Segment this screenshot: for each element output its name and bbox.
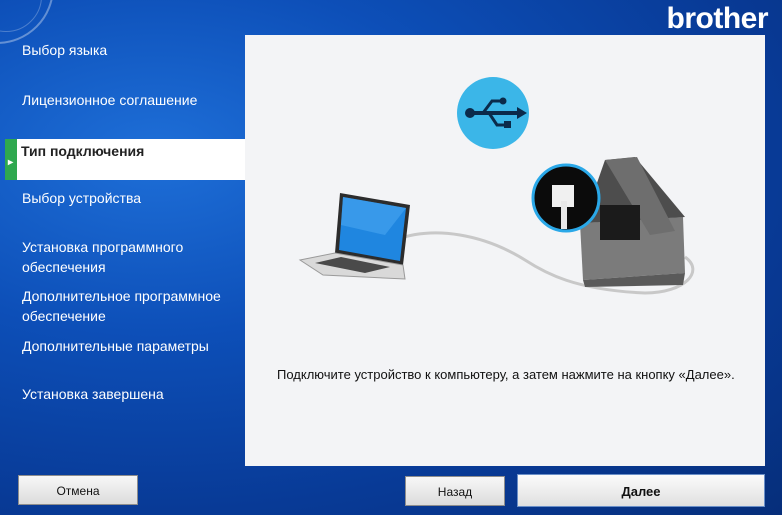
laptop-icon (298, 193, 410, 280)
step-label: Дополнительное программное обеспечение (22, 288, 221, 324)
brother-logo: brother (666, 2, 769, 35)
usb-icon (457, 77, 529, 149)
chevron-right-icon: ▸ (8, 157, 14, 168)
step-label: Выбор устройства (22, 190, 142, 206)
connection-illustration (298, 77, 695, 295)
printer-icon (531, 157, 685, 287)
cancel-button[interactable]: Отмена (18, 475, 138, 505)
step-label: Тип подключения (21, 143, 145, 159)
step-label: Установка программного обеспечения (22, 239, 184, 275)
connection-instruction: Подключите устройство к компьютеру, а за… (277, 367, 735, 382)
step-label: Установка завершена (22, 386, 164, 402)
step-label: Лицензионное соглашение (22, 92, 198, 108)
content-panel: Подключите устройство к компьютеру, а за… (245, 35, 765, 466)
step-connection-type: ▸ Тип подключения (5, 139, 245, 180)
installer-window: brother Выбор языка Лицензионное соглаше… (0, 0, 782, 515)
step-label: Выбор языка (22, 42, 108, 58)
step-label: Дополнительные параметры (22, 338, 209, 354)
next-button[interactable]: Далее (517, 474, 765, 507)
back-button[interactable]: Назад (405, 476, 505, 506)
